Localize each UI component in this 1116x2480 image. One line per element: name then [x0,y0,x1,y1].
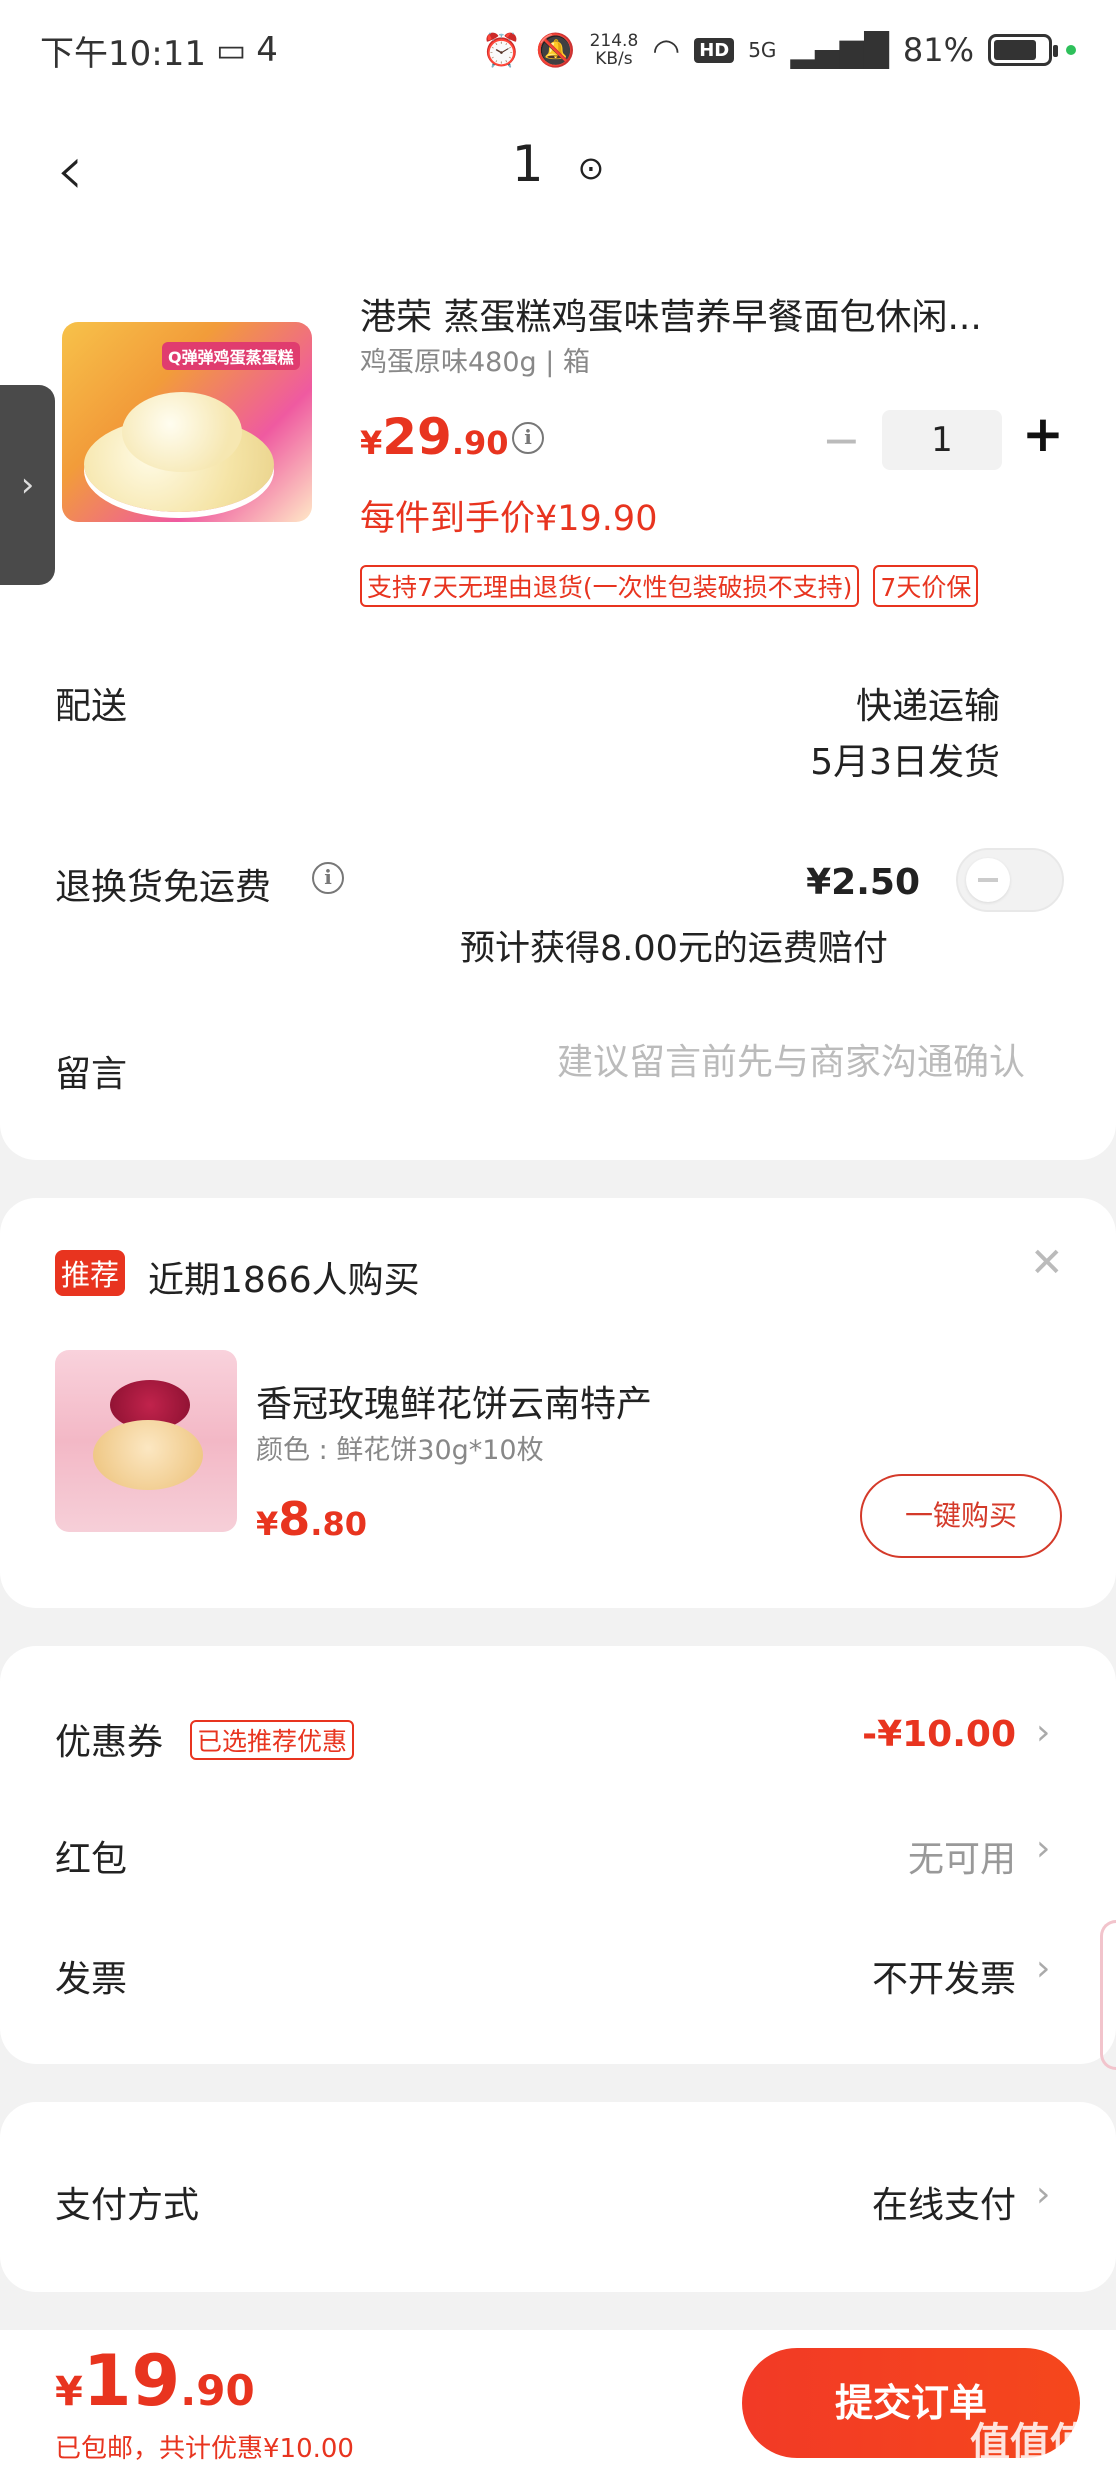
recommend-badge: 推荐 [55,1250,126,1296]
invoice-chevron-icon[interactable]: › [1036,1948,1050,1989]
rec-price-decimal: .80 [310,1505,367,1543]
message-label: 留言 [55,1054,128,1095]
return-insurance-note: 预计获得8.00元的运费赔付 [460,929,888,969]
price-integer: 29 [382,408,452,466]
total-price: ¥19.90 [55,2340,255,2422]
red-packet-chevron-icon[interactable]: › [1036,1828,1050,1869]
payment-method-label: 支付方式 [55,2185,200,2226]
recommend-product-spec: 颜色 : 鲜花饼30g*10枚 [256,1435,544,1466]
return-info-icon[interactable]: i [312,862,344,894]
total-note: 已包邮，共计优惠¥10.00 [55,2434,354,2464]
message-icon: ▭ [215,31,247,69]
delivery-label: 配送 [55,686,128,727]
payment-method-value[interactable]: 在线支付 [872,2176,1016,2228]
address-title: 1 [511,135,544,193]
service-tags: 支持7天无理由退货(一次性包装破损不支持) 7天价保 [360,565,979,607]
recommend-product-price: ¥8.80 [256,1492,367,1546]
location-pin-icon: ⊙ [577,148,605,187]
message-count: 4 [256,30,278,70]
side-drawer-handle[interactable]: › [0,385,55,585]
nav-bar: ‹ 1 ⊙ [0,100,1116,245]
rec-price-currency: ¥ [256,1505,279,1543]
rec-price-integer: 8 [278,1492,311,1546]
quantity-input[interactable]: 1 [882,410,1002,470]
coupon-value[interactable]: -¥10.00 [862,1714,1016,1755]
total-decimal: .90 [180,2366,255,2415]
return-insurance-price: ¥2.50 [806,862,920,903]
net-speed: 214.8 KB/s [590,32,639,68]
coupon-selected-tag: 已选推荐优惠 [190,1720,355,1760]
alarm-icon: ⏰ [481,31,522,69]
product-image-badge: Q弹弹鸡蛋蒸蛋糕 [162,342,300,370]
price-protect-tag: 7天价保 [873,565,979,607]
net-speed-value: 214.8 [589,31,639,51]
signal-icon: ▂▄▆█ [790,31,889,69]
status-time: 下午10:11 [40,33,206,74]
privacy-dot-icon [1066,45,1076,55]
battery-percent: 81% [902,31,974,69]
quantity-decrease-button[interactable]: − [822,410,861,470]
delivery-date: 5月3日发货 [810,742,1000,783]
red-packet-label: 红包 [55,1839,128,1880]
address-selector[interactable]: 1 ⊙ [0,135,1116,193]
watermark: 值值值 zhizhizhi.com [970,2410,1110,2480]
one-click-buy-button[interactable]: 一键购买 [860,1474,1062,1558]
total-currency: ¥ [55,2369,83,2415]
coupon-chevron-icon[interactable]: › [1036,1712,1050,1753]
watermark-text: 值值值 [970,2420,1090,2466]
delivery-method[interactable]: 快递运输 [856,677,1000,729]
total-integer: 19 [82,2340,181,2422]
status-bar: 下午10:11 ▭ 4 ⏰ 🔕 214.8 KB/s ◠ HD 5G ▂▄▆█ … [0,0,1116,100]
net-speed-unit: KB/s [595,49,633,69]
price-info-icon[interactable]: i [512,422,544,454]
product-image[interactable]: Q弹弹鸡蛋蒸蛋糕 [62,322,312,522]
invoice-value[interactable]: 不开发票 [872,1950,1016,2002]
recommend-product-image[interactable] [55,1350,237,1532]
return-insurance-label: 退换货免运费 [55,867,272,908]
return-insurance-toggle[interactable] [956,848,1064,912]
coupon-label: 优惠券 [55,1722,164,1763]
unit-final-price: 每件到手价¥19.90 [360,499,658,539]
invoice-label: 发票 [55,1959,128,2000]
return-policy-tag: 支持7天无理由退货(一次性包装破损不支持) [360,565,860,607]
wifi-icon: ◠ [652,31,681,69]
product-spec[interactable]: 鸡蛋原味480g | 箱 [360,340,590,379]
watermark-domain: zhizhizhi.com [970,2468,1079,2480]
recommend-product-name[interactable]: 香冠玫瑰鲜花饼云南特产 [256,1375,652,1427]
floating-edge-widget[interactable] [1100,1920,1116,2070]
recommend-title: 近期1866人购买 [148,1260,420,1301]
quantity-increase-button[interactable]: + [1022,404,1064,464]
red-packet-value[interactable]: 无可用 [908,1830,1016,1882]
hd-badge: HD [694,37,735,63]
mute-bell-icon: 🔕 [535,31,576,69]
price-currency: ¥ [360,424,383,462]
message-input[interactable] [460,1042,1025,1083]
product-title[interactable]: 港荣 蒸蛋糕鸡蛋味营养早餐面包休闲... [360,288,1060,340]
battery-icon [988,34,1058,66]
price-decimal: .90 [451,424,509,462]
signal-label: 5G [748,38,777,62]
payment-chevron-icon[interactable]: › [1036,2174,1050,2215]
product-price: ¥29.90 [360,408,509,466]
close-icon[interactable]: ✕ [1030,1240,1064,1286]
